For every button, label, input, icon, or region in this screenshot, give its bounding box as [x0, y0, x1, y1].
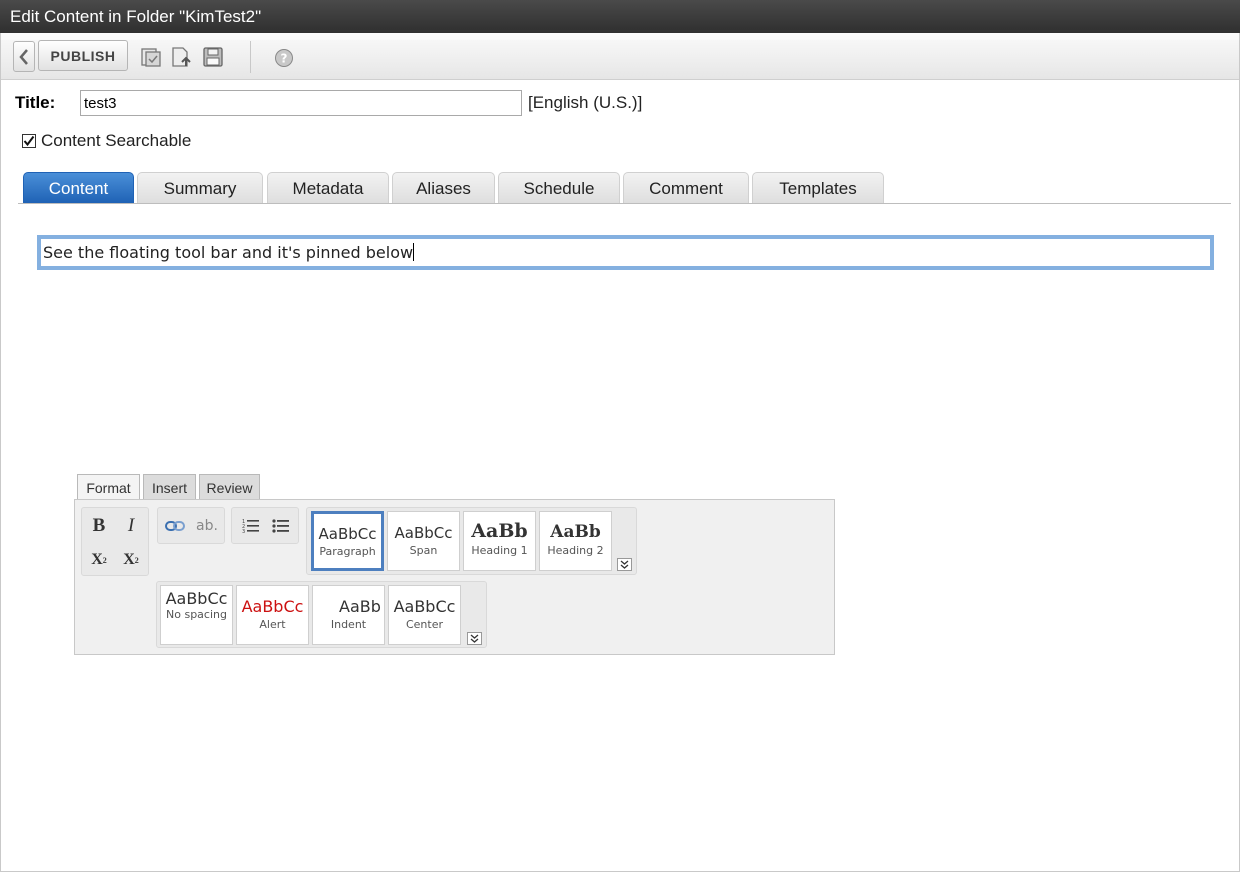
italic-button[interactable]: I: [118, 513, 144, 539]
bold-button[interactable]: B: [86, 513, 112, 539]
style-alert[interactable]: AaBbCc Alert: [236, 585, 309, 645]
style-name: Heading 1: [471, 544, 528, 557]
link-group: ab.: [157, 507, 225, 544]
subscript-label: X: [91, 551, 103, 568]
expand-styles-row1-button[interactable]: [617, 558, 632, 571]
chevron-double-down-icon: [620, 560, 629, 569]
title-input[interactable]: [80, 90, 522, 116]
tab-schedule[interactable]: Schedule: [498, 172, 620, 203]
style-sample: AaBbCc: [318, 525, 377, 543]
style-sample: AaBb: [339, 597, 381, 616]
editor-text: See the floating tool bar and it's pinne…: [43, 243, 414, 262]
title-label: Title:: [15, 93, 56, 112]
style-name: Span: [409, 544, 438, 557]
style-name: Paragraph: [319, 545, 376, 558]
upload-icon[interactable]: [170, 46, 192, 68]
style-sample: AaBbCc: [394, 524, 453, 542]
content-searchable-label: Content Searchable: [41, 131, 192, 150]
style-name: Indent: [330, 618, 367, 631]
style-sample: AaBbCc: [393, 597, 456, 616]
style-sample: AaBb: [550, 522, 601, 542]
content-editor[interactable]: See the floating tool bar and it's pinne…: [37, 235, 1214, 270]
style-name: Center: [405, 618, 444, 631]
ribbon-tab-review[interactable]: Review: [199, 474, 260, 500]
language-label: [English (U.S.)]: [528, 93, 643, 112]
style-paragraph[interactable]: AaBbCc Paragraph: [311, 511, 384, 571]
style-name: Heading 2: [547, 544, 604, 557]
ribbon-tab-format[interactable]: Format: [77, 474, 140, 501]
style-no-spacing[interactable]: AaBbCc No spacing: [160, 585, 233, 645]
tabs-divider: [18, 203, 1231, 204]
text-caret: [413, 243, 415, 261]
help-icon[interactable]: ?: [274, 48, 296, 70]
styles-gallery-row1: AaBbCc Paragraph AaBbCc Span AaBb Headin…: [306, 507, 637, 575]
floating-format-toolbar: B I X2 X2 ab. 1 2 3 AaBbCc Paragraph AaB…: [74, 499, 835, 655]
style-sample: AaBbCc: [165, 589, 228, 608]
style-name: No spacing: [166, 608, 227, 621]
ribbon-tab-insert[interactable]: Insert: [143, 474, 196, 500]
link-icon[interactable]: [162, 513, 188, 539]
editor-text-line[interactable]: See the floating tool bar and it's pinne…: [43, 243, 415, 262]
superscript-button[interactable]: X2: [118, 547, 144, 573]
tab-templates[interactable]: Templates: [752, 172, 884, 203]
save-icon[interactable]: [202, 46, 224, 68]
publish-button[interactable]: PUBLISH: [38, 40, 128, 71]
style-span[interactable]: AaBbCc Span: [387, 511, 460, 571]
style-indent[interactable]: AaBb Indent: [312, 585, 385, 645]
style-sample: AaBb: [471, 520, 528, 542]
tab-metadata[interactable]: Metadata: [267, 172, 389, 203]
tab-aliases[interactable]: Aliases: [392, 172, 495, 203]
styles-gallery-row2: AaBbCc No spacing AaBbCc Alert AaBb Inde…: [156, 581, 487, 648]
window-title: Edit Content in Folder "KimTest2": [0, 0, 1240, 33]
subscript-mark: 2: [102, 555, 107, 565]
content-searchable-checkbox[interactable]: [22, 134, 36, 148]
checkin-icon[interactable]: [140, 46, 162, 68]
superscript-label: X: [123, 551, 135, 568]
svg-text:3: 3: [242, 529, 245, 534]
superscript-mark: 2: [134, 555, 139, 565]
tab-content[interactable]: Content: [23, 172, 134, 203]
svg-text:?: ?: [281, 52, 288, 66]
content-searchable-row[interactable]: Content Searchable: [22, 131, 191, 151]
numbered-list-icon[interactable]: 1 2 3: [238, 513, 264, 539]
style-sample: AaBbCc: [241, 597, 304, 616]
subscript-button[interactable]: X2: [86, 547, 112, 573]
expand-styles-row2-button[interactable]: [467, 632, 482, 645]
style-center[interactable]: AaBbCc Center: [388, 585, 461, 645]
bulleted-list-icon[interactable]: [268, 513, 294, 539]
chevron-double-down-icon: [470, 634, 479, 643]
style-heading-2[interactable]: AaBb Heading 2: [539, 511, 612, 571]
text-format-group: B I X2 X2: [81, 507, 149, 576]
remove-format-button[interactable]: ab.: [194, 513, 220, 539]
list-group: 1 2 3: [231, 507, 299, 544]
toolbar-separator: [250, 41, 251, 73]
back-button[interactable]: [13, 41, 35, 72]
main-toolbar: PUBLISH ?: [1, 33, 1239, 80]
checkmark-icon: [23, 135, 35, 147]
tab-comment[interactable]: Comment: [623, 172, 749, 203]
back-chevron-icon: [19, 48, 28, 65]
tab-summary[interactable]: Summary: [137, 172, 263, 203]
style-heading-1[interactable]: AaBb Heading 1: [463, 511, 536, 571]
style-name: Alert: [259, 618, 286, 631]
